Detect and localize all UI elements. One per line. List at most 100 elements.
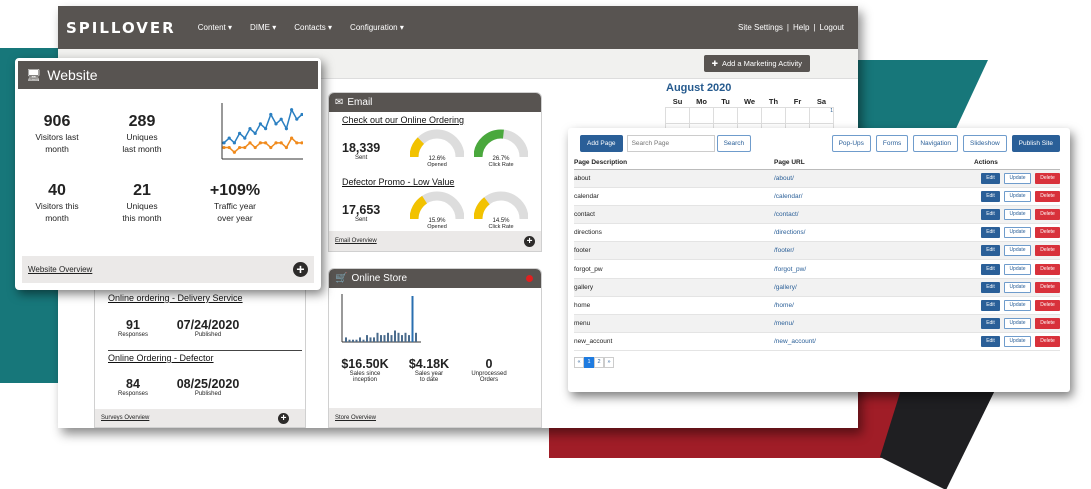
edit-button[interactable]: Edit (981, 208, 1000, 220)
pager-prev[interactable]: « (574, 357, 584, 369)
email-panel: ✉ Email Check out our Online Ordering 18… (328, 92, 542, 252)
pager-page[interactable]: 1 (584, 357, 594, 369)
spillover-logo[interactable]: SPILLOVER (66, 19, 176, 37)
pager-next[interactable]: » (604, 357, 614, 369)
email-campaign: Defector Promo - Low Value 17,653 Sent 1… (342, 177, 541, 237)
calendar-day[interactable]: 1 (809, 106, 834, 124)
stat-label: over year (217, 213, 253, 223)
add-email-icon[interactable]: + (524, 235, 535, 247)
popups-button[interactable]: Pop-Ups (831, 134, 871, 152)
update-button[interactable]: Update (1004, 318, 1031, 330)
gauge-fill (473, 129, 504, 158)
delete-button[interactable]: Delete (1035, 227, 1060, 239)
page-url-link[interactable]: /calendar/ (774, 187, 974, 206)
delete-button[interactable]: Delete (1035, 245, 1060, 257)
calendar-day[interactable] (761, 106, 786, 124)
store-overview-link[interactable]: Store Overview (335, 415, 376, 421)
delete-button[interactable]: Delete (1035, 281, 1060, 293)
page-description: about (574, 169, 774, 188)
update-button[interactable]: Update (1004, 190, 1031, 202)
edit-button[interactable]: Edit (981, 190, 1000, 202)
delete-button[interactable]: Delete (1035, 172, 1060, 184)
gauge-chart (409, 191, 465, 220)
uniques-series-point (238, 145, 242, 150)
stat-value: 906 (43, 113, 71, 130)
page-url-link[interactable]: /new_account/ (774, 332, 974, 352)
page-url-link[interactable]: /about/ (774, 169, 974, 188)
row-actions: Edit Update Delete (974, 314, 1060, 334)
calendar-day[interactable] (785, 106, 810, 124)
calendar-day[interactable] (713, 106, 738, 124)
publish-site-button[interactable]: Publish Site (1011, 134, 1060, 152)
email-overview-link[interactable]: Email Overview (335, 238, 377, 244)
nav-configuration-menu[interactable]: Configuration ▾ (350, 23, 404, 32)
survey-title-link[interactable]: Online ordering - Delivery Service (108, 293, 303, 303)
search-button[interactable]: Search (716, 134, 752, 152)
add-marketing-activity-button[interactable]: ✚ Add a Marketing Activity (703, 55, 810, 72)
forms-button[interactable]: Forms (875, 134, 909, 152)
edit-button[interactable]: Edit (981, 318, 1000, 330)
update-button[interactable]: Update (1004, 227, 1031, 239)
delete-button[interactable]: Delete (1035, 318, 1060, 330)
uniques-series-point (243, 145, 247, 150)
help-link[interactable]: Help (793, 23, 809, 32)
campaign-title-link[interactable]: Defector Promo - Low Value (342, 177, 541, 187)
edit-button[interactable]: Edit (981, 299, 1000, 311)
visitors-series-point (269, 112, 273, 117)
nav-dime-menu[interactable]: DIME ▾ (250, 23, 276, 32)
calendar-day[interactable] (737, 106, 762, 124)
calendar-day[interactable] (689, 106, 714, 124)
page-url-link[interactable]: /footer/ (774, 241, 974, 261)
add-website-icon[interactable]: + (293, 262, 308, 277)
stat-label: month (45, 144, 69, 154)
delete-button[interactable]: Delete (1035, 190, 1060, 202)
nav-contacts-menu[interactable]: Contacts ▾ (294, 23, 332, 32)
surveys-overview-link[interactable]: Surveys Overview (101, 415, 149, 421)
search-page-input[interactable] (626, 134, 715, 152)
delete-button[interactable]: Delete (1035, 299, 1060, 311)
table-header-row: Page Description Page URL Actions (574, 157, 1060, 170)
add-page-button[interactable]: Add Page (580, 134, 623, 152)
update-button[interactable]: Update (1004, 263, 1031, 275)
update-button[interactable]: Update (1004, 336, 1031, 348)
logout-link[interactable]: Logout (820, 23, 844, 32)
campaign-title-link[interactable]: Check out our Online Ordering (342, 115, 541, 125)
update-button[interactable]: Update (1004, 245, 1031, 257)
update-button[interactable]: Update (1004, 281, 1031, 293)
slideshow-button[interactable]: Slideshow (963, 134, 1007, 152)
edit-button[interactable]: Edit (981, 336, 1000, 348)
page-url-link[interactable]: /forgot_pw/ (774, 259, 974, 279)
separator: | (813, 23, 816, 32)
page-url-link[interactable]: /directions/ (774, 223, 974, 243)
update-button[interactable]: Update (1004, 208, 1031, 220)
survey-item: Online Ordering - Defector 84 Responses … (108, 353, 303, 397)
edit-button[interactable]: Edit (981, 172, 1000, 184)
navigation-button[interactable]: Navigation (913, 134, 959, 152)
site-settings-link[interactable]: Site Settings (738, 23, 783, 32)
delete-button[interactable]: Delete (1035, 263, 1060, 275)
update-button[interactable]: Update (1004, 172, 1031, 184)
edit-button[interactable]: Edit (981, 227, 1000, 239)
website-overview-link[interactable]: Website Overview (28, 265, 92, 274)
visitors-series-point (284, 127, 288, 131)
edit-button[interactable]: Edit (981, 245, 1000, 257)
page-url-link[interactable]: /gallery/ (774, 278, 974, 297)
envelope-icon: ✉ (335, 97, 344, 108)
pager-page[interactable]: 2 (594, 357, 604, 369)
page-url-link[interactable]: /menu/ (774, 314, 974, 334)
visitors-series-point (274, 122, 278, 126)
delete-button[interactable]: Delete (1035, 208, 1060, 220)
delete-button[interactable]: Delete (1035, 336, 1060, 348)
page-url-link[interactable]: /contact/ (774, 205, 974, 225)
survey-title-link[interactable]: Online Ordering - Defector (108, 353, 303, 363)
add-survey-icon[interactable]: + (278, 412, 289, 424)
update-button[interactable]: Update (1004, 299, 1031, 311)
email-panel-title: Email (347, 97, 373, 108)
page-url-link[interactable]: /home/ (774, 296, 974, 316)
edit-button[interactable]: Edit (981, 263, 1000, 275)
row-actions: Edit Update Delete (974, 187, 1060, 206)
table-row: footer/footer/Edit Update Delete (574, 241, 1060, 261)
nav-content-menu[interactable]: Content ▾ (198, 23, 232, 32)
edit-button[interactable]: Edit (981, 281, 1000, 293)
calendar-day[interactable] (665, 106, 690, 124)
